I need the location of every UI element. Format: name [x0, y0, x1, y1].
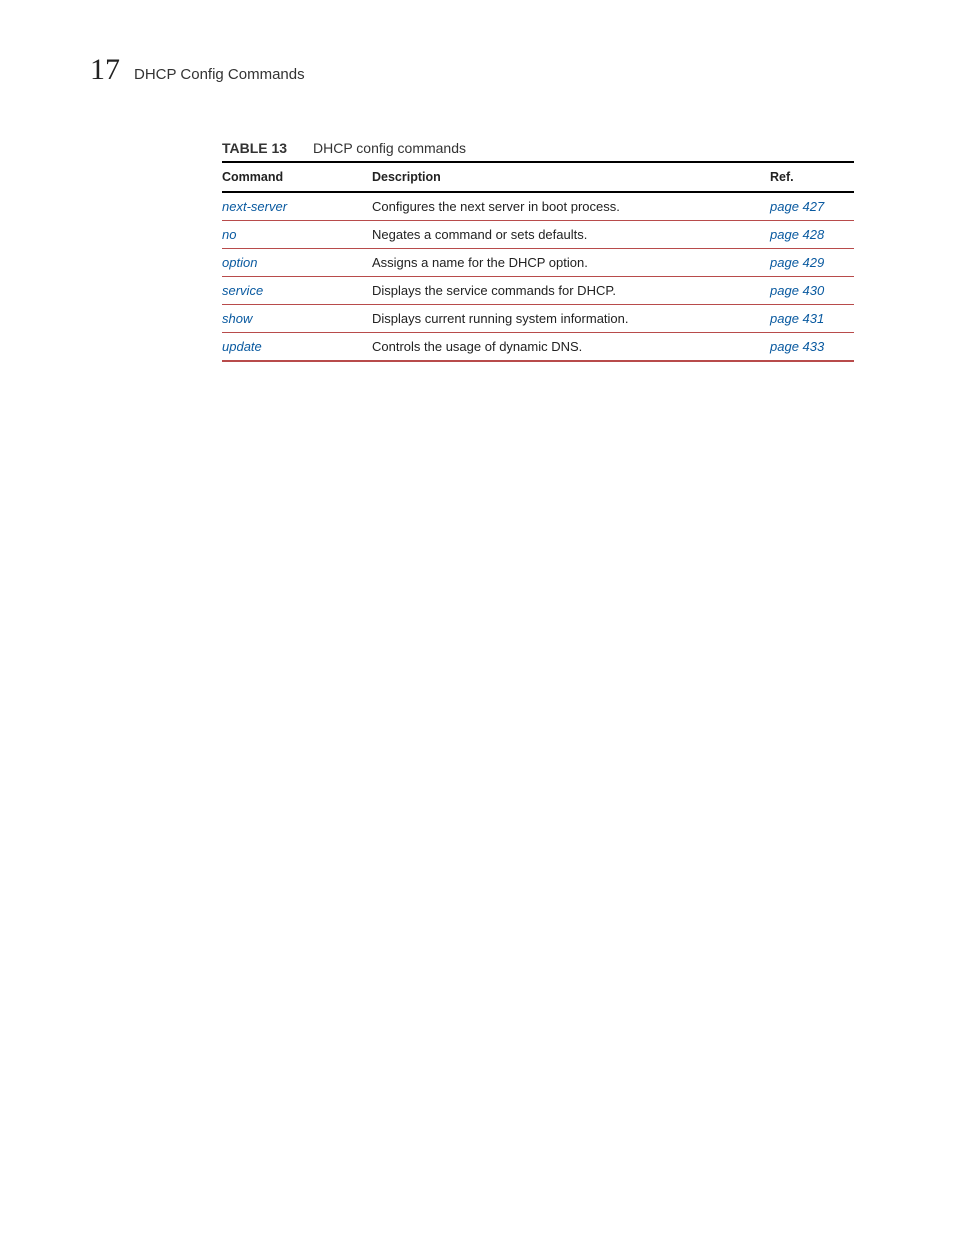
table-container: TABLE 13 DHCP config commands Command De…	[222, 140, 854, 362]
table-caption-text: DHCP config commands	[313, 140, 466, 156]
cell-description: Displays the service commands for DHCP.	[372, 277, 770, 305]
cell-description: Controls the usage of dynamic DNS.	[372, 333, 770, 362]
page-ref-link[interactable]: page 427	[770, 199, 824, 214]
page-ref-link[interactable]: page 433	[770, 339, 824, 354]
cell-description: Displays current running system informat…	[372, 305, 770, 333]
page-ref-link[interactable]: page 429	[770, 255, 824, 270]
command-link[interactable]: update	[222, 339, 262, 354]
table-caption: TABLE 13 DHCP config commands	[222, 140, 854, 156]
command-link[interactable]: next-server	[222, 199, 287, 214]
page-ref-link[interactable]: page 430	[770, 283, 824, 298]
command-link[interactable]: show	[222, 311, 252, 326]
cell-description: Negates a command or sets defaults.	[372, 221, 770, 249]
command-link[interactable]: option	[222, 255, 257, 270]
table-row: no Negates a command or sets defaults. p…	[222, 221, 854, 249]
page-header: 17 DHCP Config Commands	[90, 55, 864, 85]
table-row: next-server Configures the next server i…	[222, 192, 854, 221]
command-link[interactable]: no	[222, 227, 236, 242]
command-link[interactable]: service	[222, 283, 263, 298]
table-label: TABLE 13	[222, 140, 287, 156]
col-header-command: Command	[222, 162, 372, 192]
table-row: option Assigns a name for the DHCP optio…	[222, 249, 854, 277]
table-header-row: Command Description Ref.	[222, 162, 854, 192]
page-title: DHCP Config Commands	[134, 66, 305, 83]
commands-table: Command Description Ref. next-server Con…	[222, 161, 854, 362]
col-header-ref: Ref.	[770, 162, 854, 192]
cell-description: Configures the next server in boot proce…	[372, 192, 770, 221]
table-row: show Displays current running system inf…	[222, 305, 854, 333]
col-header-description: Description	[372, 162, 770, 192]
cell-description: Assigns a name for the DHCP option.	[372, 249, 770, 277]
page-ref-link[interactable]: page 431	[770, 311, 824, 326]
table-row: service Displays the service commands fo…	[222, 277, 854, 305]
page-ref-link[interactable]: page 428	[770, 227, 824, 242]
chapter-number: 17	[90, 55, 120, 85]
document-page: 17 DHCP Config Commands TABLE 13 DHCP co…	[0, 0, 954, 1235]
table-row: update Controls the usage of dynamic DNS…	[222, 333, 854, 362]
